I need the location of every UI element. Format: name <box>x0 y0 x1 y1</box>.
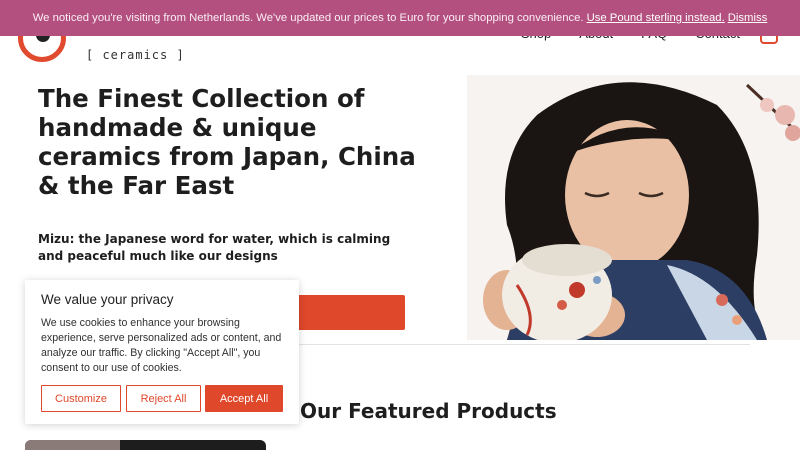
accept-all-button[interactable]: Accept All <box>205 385 283 412</box>
currency-notice-text: We noticed you're visiting from Netherla… <box>32 12 584 24</box>
currency-notice-banner: We noticed you're visiting from Netherla… <box>0 0 800 36</box>
cookie-title: We value your privacy <box>41 292 174 307</box>
hero-title: The Finest Collection of handmade & uniq… <box>38 84 416 200</box>
featured-products-heading: Our Featured Products <box>300 399 557 423</box>
cookie-consent-dialog: We value your privacy We use cookies to … <box>25 280 299 424</box>
customize-button[interactable]: Customize <box>41 385 121 412</box>
dismiss-notice-link[interactable]: Dismiss <box>728 12 768 24</box>
logo-tagline: [ ceramics ] <box>86 48 185 62</box>
hero-subtitle: Mizu: the Japanese word for water, which… <box>38 232 391 263</box>
hero-image <box>467 75 800 340</box>
product-card[interactable] <box>25 440 266 450</box>
use-pound-sterling-link[interactable]: Use Pound sterling instead. <box>587 12 725 24</box>
reject-all-button[interactable]: Reject All <box>126 385 201 412</box>
cookie-description: We use cookies to enhance your browsing … <box>41 317 282 374</box>
section-divider <box>298 344 750 345</box>
